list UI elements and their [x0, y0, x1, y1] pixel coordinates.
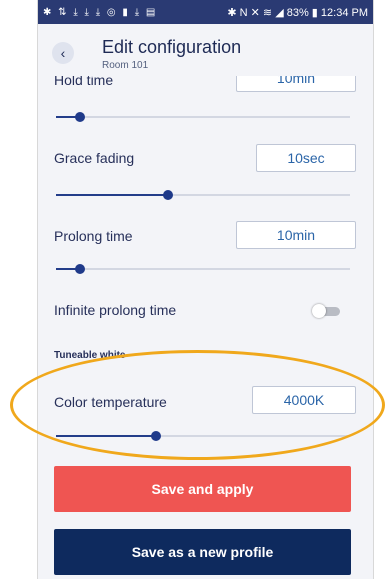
grace-fading-label: Grace fading	[54, 150, 135, 166]
status-bar: ✱ ⇅ ⤓ ⤓ ⤓ ◎ ▮ ⤓ ▤ ✱ N ✕ ≋ ◢ 83% ▮ 12:34 …	[38, 0, 373, 24]
phone-edge-right	[373, 0, 374, 579]
phone-screen: ✱ ⇅ ⤓ ⤓ ⤓ ◎ ▮ ⤓ ▤ ✱ N ✕ ≋ ◢ 83% ▮ 12:34 …	[38, 0, 373, 579]
grace-fading-input[interactable]: 10sec	[256, 144, 356, 172]
notification-icons: ✱ ⇅ ⤓ ⤓ ⤓ ◎ ▮ ⤓ ▤	[43, 6, 158, 18]
slider-thumb[interactable]	[75, 112, 85, 122]
slider-thumb[interactable]	[75, 264, 85, 274]
status-right-info: ✱ N ✕ ≋ ◢ 83% ▮ 12:34 PM	[227, 6, 368, 19]
toggle-knob	[312, 304, 326, 318]
slider-fill	[56, 194, 168, 196]
prolong-time-input[interactable]: 10min	[236, 221, 356, 249]
save-and-apply-button[interactable]: Save and apply	[54, 466, 351, 512]
grace-fading-slider[interactable]	[56, 189, 350, 201]
highlight-annotation	[10, 350, 385, 460]
page-subtitle-overlay: Room 101	[102, 60, 149, 71]
hold-time-slider[interactable]	[56, 111, 350, 123]
page-title-overlay: Edit configuration	[102, 37, 242, 57]
slider-track	[56, 116, 350, 118]
back-button-overlay[interactable]: ‹	[52, 42, 74, 64]
slider-thumb[interactable]	[163, 190, 173, 200]
prolong-time-slider[interactable]	[56, 263, 350, 275]
back-chevron-icon: ‹	[60, 45, 66, 61]
slider-track	[56, 268, 350, 270]
save-as-new-profile-button[interactable]: Save as a new profile	[54, 529, 351, 575]
infinite-prolong-toggle[interactable]	[312, 304, 342, 318]
infinite-prolong-label: Infinite prolong time	[54, 302, 177, 318]
prolong-time-label: Prolong time	[54, 228, 133, 244]
